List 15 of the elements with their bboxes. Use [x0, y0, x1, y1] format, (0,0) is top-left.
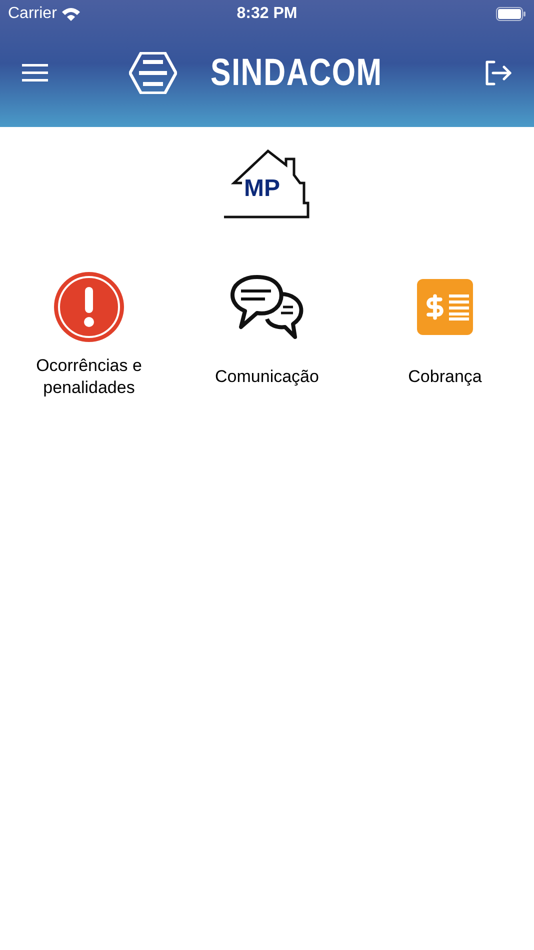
carrier-label: Carrier [8, 4, 57, 24]
menu-button[interactable] [22, 62, 48, 82]
brand-name: SINDACOM [210, 54, 382, 92]
logo-icon [128, 52, 177, 94]
menu-tile[interactable]: Comunicação [178, 267, 356, 407]
condo-logo: MP [222, 149, 312, 221]
logout-button[interactable] [484, 60, 512, 86]
wifi-icon [60, 6, 81, 22]
billing-icon [417, 279, 473, 335]
clock-time: 8:32 PM [236, 4, 298, 24]
chat-bubbles-icon [229, 273, 305, 341]
menu-tile[interactable]: Ocorrências e penalidades [0, 267, 178, 407]
menu-tile[interactable]: Cobrança [356, 267, 534, 407]
battery-icon [496, 7, 526, 21]
alert-icon [53, 271, 125, 343]
